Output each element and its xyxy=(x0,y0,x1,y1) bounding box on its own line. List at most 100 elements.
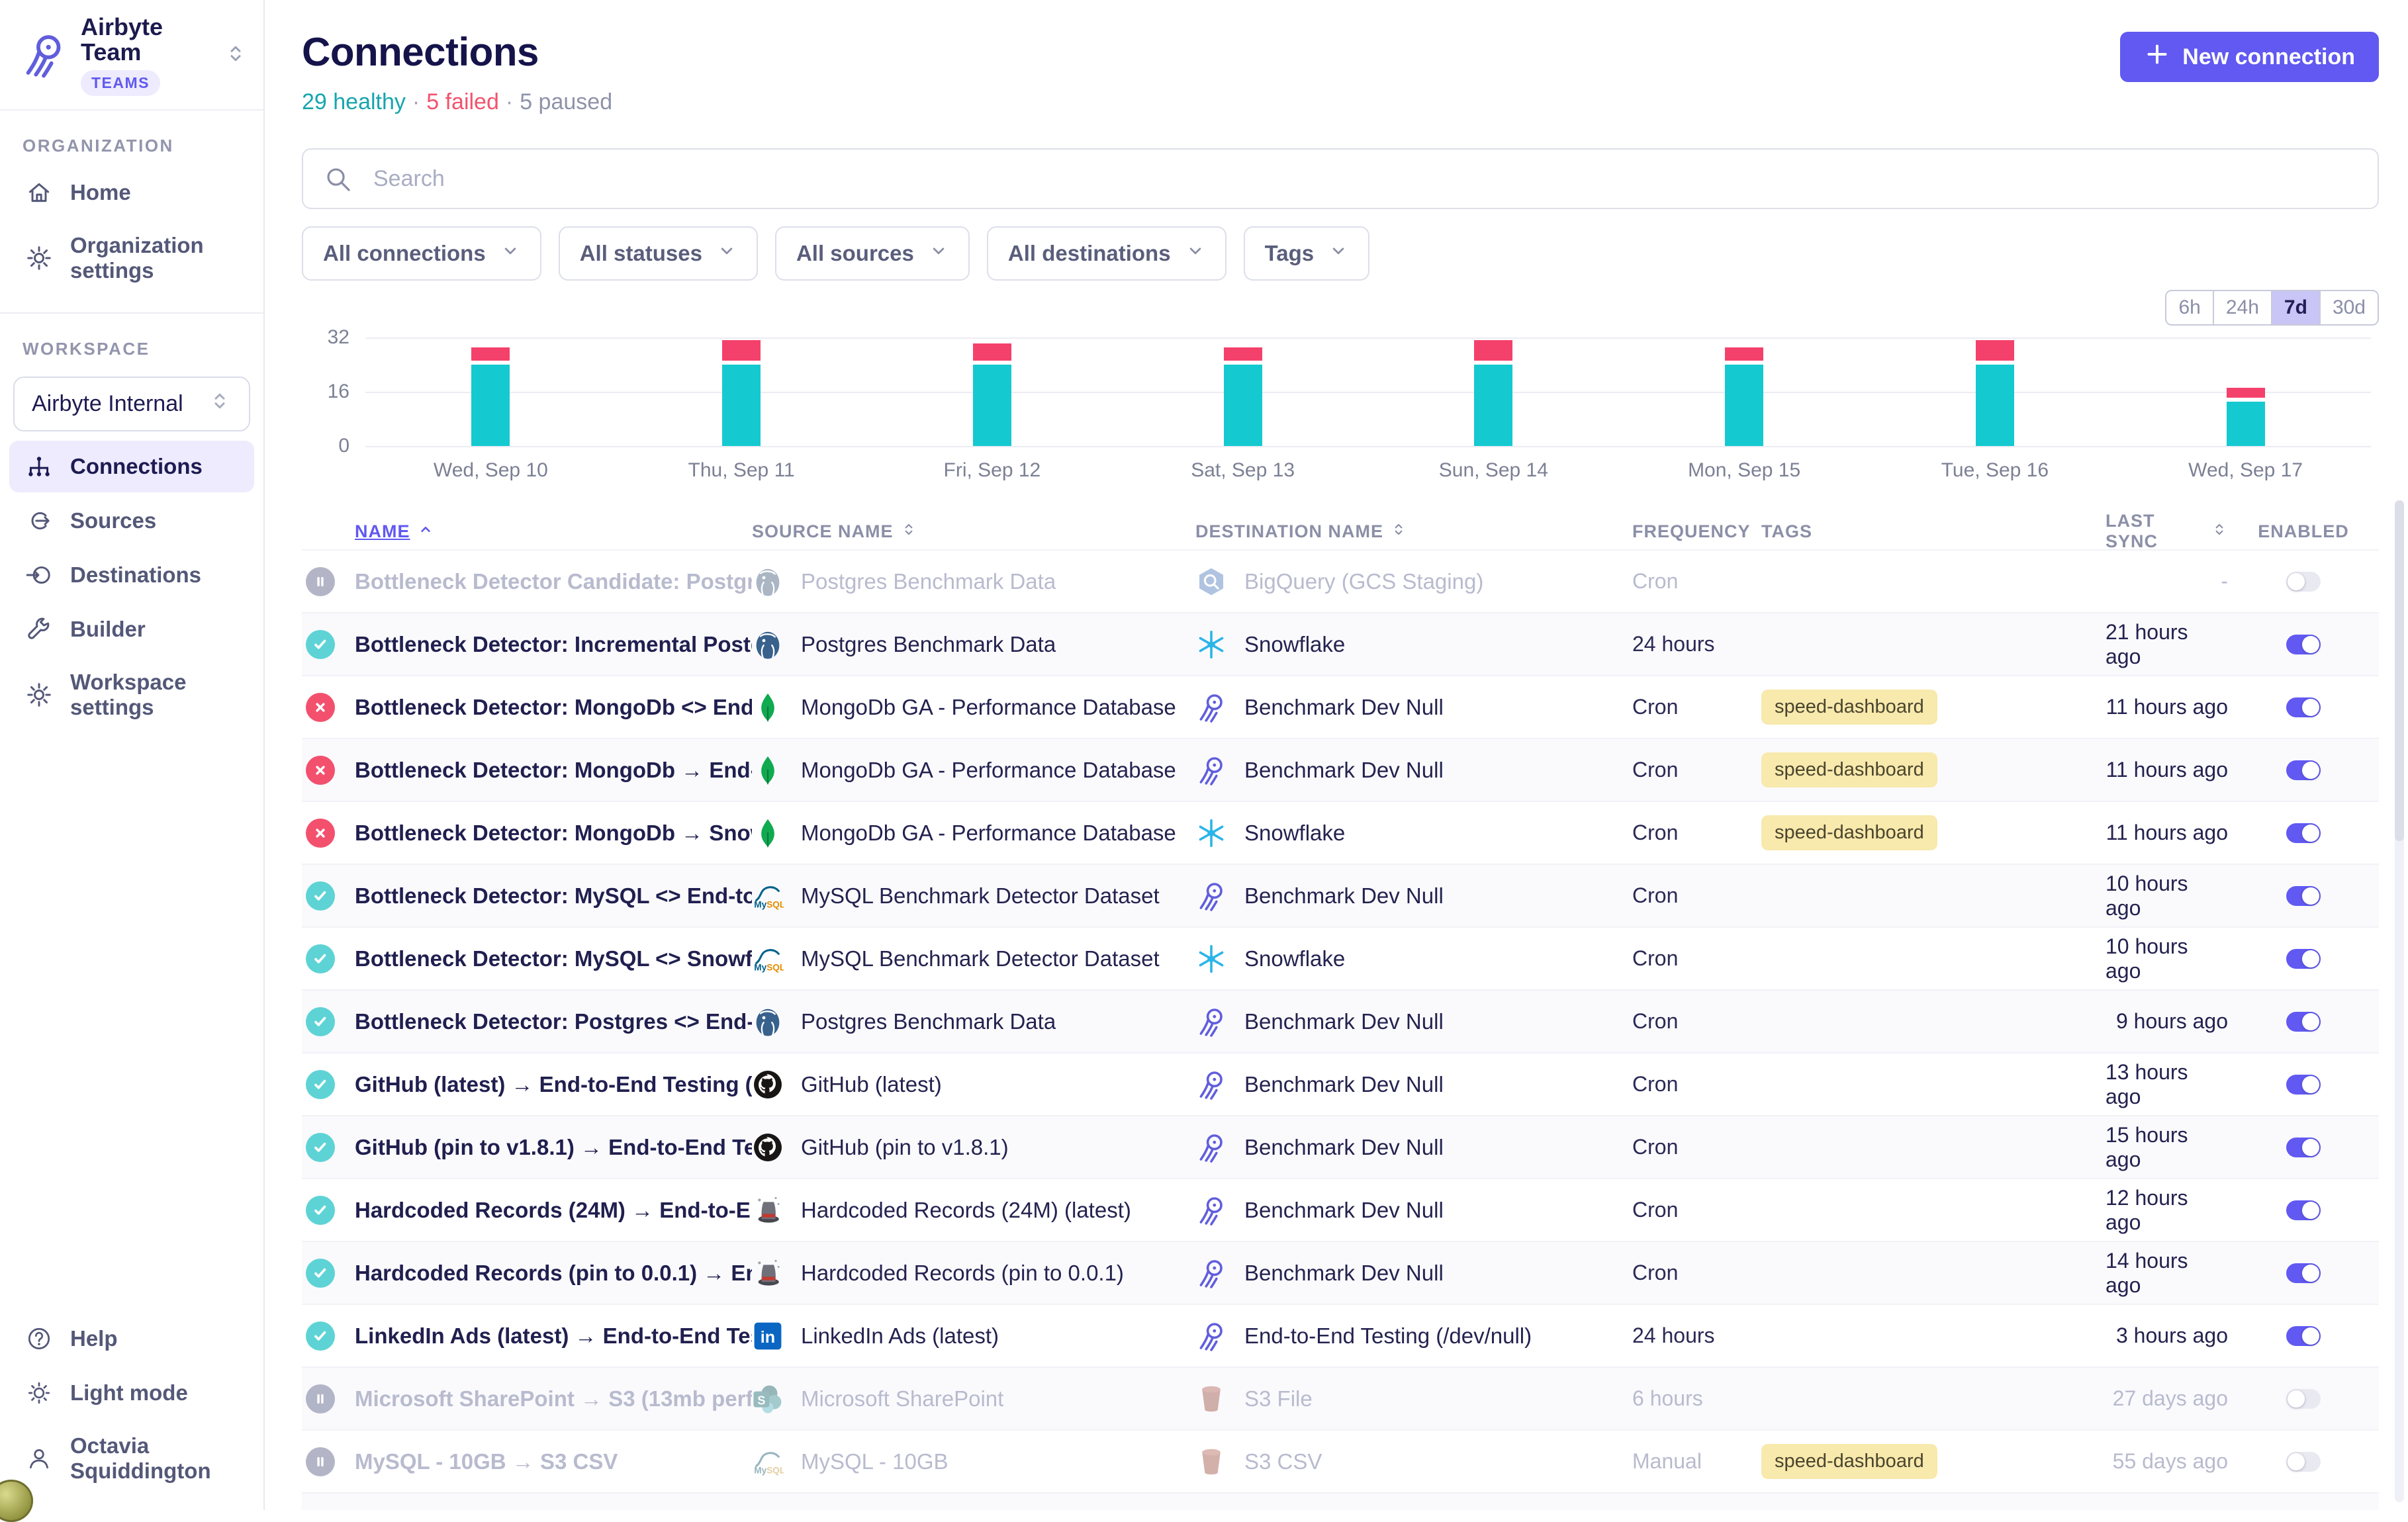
healthy-status-icon xyxy=(306,1007,335,1036)
last-sync-value: 21 hours ago xyxy=(2106,620,2228,669)
org-switcher[interactable]: Airbyte Team TEAMS xyxy=(0,0,263,111)
search-input[interactable] xyxy=(302,148,2379,209)
toggle-knob xyxy=(2302,636,2319,653)
table-row[interactable]: Bottleneck Detector: MongoDb → Snowflake… xyxy=(302,801,2379,864)
sidebar-item-destinations[interactable]: Destinations xyxy=(9,549,254,601)
failed-bar-segment xyxy=(1725,347,1763,361)
enabled-toggle[interactable] xyxy=(2286,823,2321,843)
sidebar-item-sources[interactable]: Sources xyxy=(9,495,254,547)
time-range-30d[interactable]: 30d xyxy=(2319,291,2378,324)
summary-separator: · xyxy=(412,89,420,114)
table-row[interactable]: Bottleneck Detector: MySQL <> SnowflakeM… xyxy=(302,926,2379,989)
table-row[interactable]: GitHub (pin to v1.8.1) → End-to-End Test… xyxy=(302,1115,2379,1178)
frequency-value: Cron xyxy=(1632,821,1761,845)
frequency-value: Cron xyxy=(1632,1198,1761,1222)
airbyte-icon xyxy=(1195,1257,1227,1289)
sidebar-item-workspace-settings[interactable]: Workspace settings xyxy=(9,658,254,732)
chart-bar-group[interactable]: Wed, Sep 17 xyxy=(2120,337,2371,446)
enabled-toggle[interactable] xyxy=(2286,1263,2321,1283)
sidebar-item-octavia-squiddington[interactable]: Octavia Squiddington xyxy=(9,1421,254,1496)
filter-dropdown-all-statuses[interactable]: All statuses xyxy=(559,226,758,281)
new-connection-button[interactable]: New connection xyxy=(2120,32,2379,82)
time-range-6h[interactable]: 6h xyxy=(2166,291,2212,324)
chart-bar-group[interactable]: Sun, Sep 14 xyxy=(1368,337,1619,446)
enabled-toggle[interactable] xyxy=(2286,1326,2321,1346)
connection-name: Bottleneck Detector Candidate: Postgres … xyxy=(355,569,752,594)
enabled-toggle[interactable] xyxy=(2286,1075,2321,1095)
enabled-toggle[interactable] xyxy=(2286,572,2321,592)
enabled-toggle[interactable] xyxy=(2286,1138,2321,1157)
healthy-status-icon xyxy=(306,881,335,911)
summary-separator: · xyxy=(506,89,513,114)
column-header-label: SOURCE NAME xyxy=(752,521,894,542)
table-row[interactable]: Hardcoded Records (pin to 0.0.1) → End-t… xyxy=(302,1241,2379,1304)
sidebar-item-organization-settings[interactable]: Organization settings xyxy=(9,221,254,295)
filter-dropdown-all-sources[interactable]: All sources xyxy=(775,226,970,281)
frequency-value: Cron xyxy=(1632,1261,1761,1285)
scrollbar[interactable] xyxy=(2395,500,2404,1502)
filter-dropdown-all-connections[interactable]: All connections xyxy=(302,226,541,281)
time-range-24h[interactable]: 24h xyxy=(2213,291,2271,324)
sidebar-item-builder[interactable]: Builder xyxy=(9,604,254,655)
svg-text:MySQL: MySQL xyxy=(754,962,784,972)
column-header-destination-name[interactable]: DESTINATION NAME xyxy=(1195,521,1632,543)
table-row[interactable]: Hardcoded Records (24M) → End-to-End Te.… xyxy=(302,1178,2379,1241)
enabled-toggle[interactable] xyxy=(2286,1012,2321,1032)
builder-icon xyxy=(25,615,53,643)
column-header-name[interactable]: NAME xyxy=(355,521,752,543)
table-row[interactable]: GitHub (latest) → End-to-End Testing (/d… xyxy=(302,1052,2379,1115)
column-header-last-sync[interactable]: LAST SYNC xyxy=(2106,511,2228,552)
stacked-bar xyxy=(722,340,761,446)
chart-bar-group[interactable]: Sat, Sep 13 xyxy=(1117,337,1368,446)
sidebar-item-label: Help xyxy=(70,1326,118,1351)
enabled-toggle[interactable] xyxy=(2286,760,2321,780)
sidebar-item-home[interactable]: Home xyxy=(9,167,254,218)
last-sync-value: 13 hours ago xyxy=(2106,1060,2228,1109)
table-row[interactable]: MySQL - 128GB → Azure Blob Storage JSOn … xyxy=(302,1492,2379,1510)
chart-bars: Wed, Sep 10Thu, Sep 11Fri, Sep 12Sat, Se… xyxy=(365,337,2371,446)
enabled-toggle[interactable] xyxy=(2286,886,2321,906)
destination-name: Benchmark Dev Null xyxy=(1244,883,1444,909)
chart-bar-group[interactable]: Thu, Sep 11 xyxy=(616,337,867,446)
scrollbar-thumb[interactable] xyxy=(2395,500,2404,841)
enabled-toggle[interactable] xyxy=(2286,949,2321,969)
sidebar-item-light-mode[interactable]: Light mode xyxy=(9,1367,254,1419)
org-name: Airbyte Team xyxy=(81,15,210,65)
table-row[interactable]: Bottleneck Detector: Incremental Postgre… xyxy=(302,612,2379,675)
filter-dropdown-tags[interactable]: Tags xyxy=(1244,226,1370,281)
healthy-status-icon xyxy=(306,1070,335,1099)
table-row[interactable]: Bottleneck Detector Candidate: Postgres … xyxy=(302,549,2379,612)
table-row[interactable]: Microsoft SharePoint → S3 (13mb performa… xyxy=(302,1366,2379,1429)
table-row[interactable]: Bottleneck Detector: MongoDb → End-to-En… xyxy=(302,738,2379,801)
sidebar-item-connections[interactable]: Connections xyxy=(9,441,254,492)
chart-bar-group[interactable]: Mon, Sep 15 xyxy=(1619,337,1870,446)
table-row[interactable]: Bottleneck Detector: MySQL <> End-to-End… xyxy=(302,864,2379,926)
chart-bar-group[interactable]: Tue, Sep 16 xyxy=(1870,337,2121,446)
hardcoded-icon xyxy=(752,1194,784,1226)
filter-dropdown-all-destinations[interactable]: All destinations xyxy=(987,226,1227,281)
chevron-updown-icon xyxy=(208,389,232,419)
table-row[interactable]: MySQL - 10GB → S3 CSVMySQLMySQL - 10GBS3… xyxy=(302,1429,2379,1492)
time-range-7d[interactable]: 7d xyxy=(2271,291,2319,324)
destination-name: Benchmark Dev Null xyxy=(1244,695,1444,720)
success-bar-segment xyxy=(1224,365,1262,446)
table-row[interactable]: Bottleneck Detector: MongoDb <> End-to-E… xyxy=(302,675,2379,738)
enabled-toggle[interactable] xyxy=(2286,1452,2321,1472)
source-name: MongoDb GA - Performance Database xyxy=(801,695,1176,720)
table-row[interactable]: Bottleneck Detector: Postgres <> End-to-… xyxy=(302,989,2379,1052)
enabled-toggle[interactable] xyxy=(2286,1389,2321,1409)
bigquery-icon xyxy=(1195,566,1227,598)
chevron-down-icon xyxy=(1328,241,1348,266)
table-row[interactable]: LinkedIn Ads (latest) → End-to-End Testi… xyxy=(302,1304,2379,1366)
enabled-toggle[interactable] xyxy=(2286,697,2321,717)
sidebar-item-help[interactable]: Help xyxy=(9,1313,254,1365)
svg-text:MySQL: MySQL xyxy=(754,899,784,909)
enabled-toggle[interactable] xyxy=(2286,635,2321,654)
enabled-toggle[interactable] xyxy=(2286,1200,2321,1220)
mysql-icon: MySQL xyxy=(752,943,784,975)
workspace-selector[interactable]: Airbyte Internal xyxy=(13,377,250,431)
chart-bar-group[interactable]: Fri, Sep 12 xyxy=(867,337,1118,446)
chart-bar-group[interactable]: Wed, Sep 10 xyxy=(365,337,616,446)
column-header-source-name[interactable]: SOURCE NAME xyxy=(752,521,1195,543)
connections-icon xyxy=(25,453,53,480)
